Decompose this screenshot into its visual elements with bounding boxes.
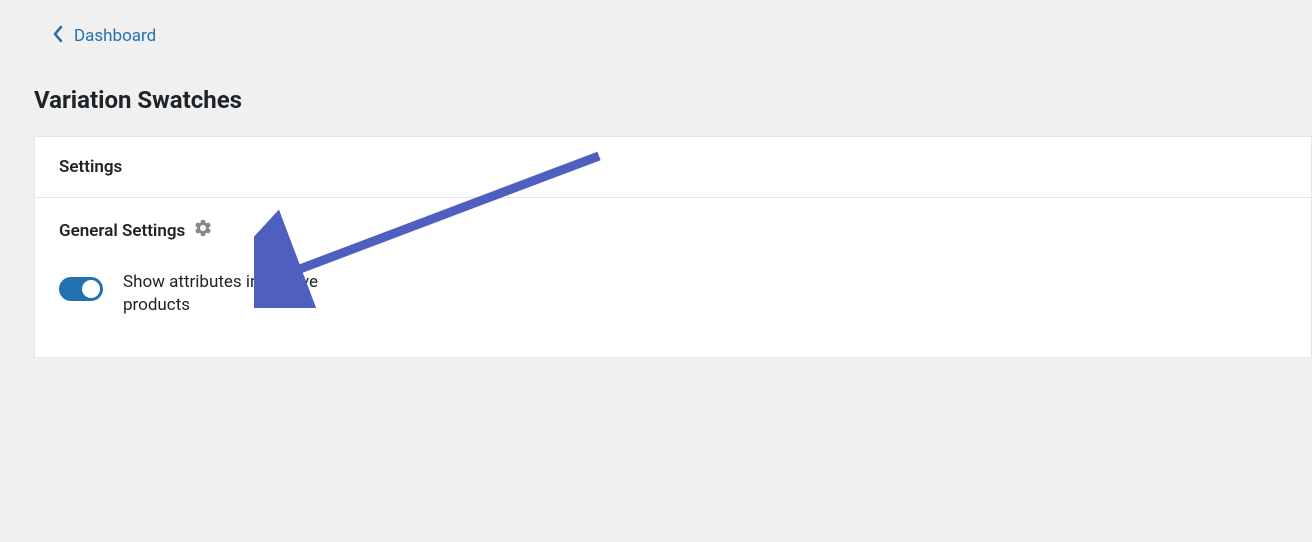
page-title: Variation Swatches: [34, 86, 1312, 114]
card-header-title: Settings: [59, 157, 1287, 177]
gear-icon: [193, 218, 213, 243]
section-title: General Settings: [59, 218, 1287, 243]
settings-card: Settings General Settings Show attribute…: [34, 136, 1312, 358]
chevron-left-icon: [52, 24, 64, 48]
section-title-text: General Settings: [59, 221, 185, 241]
setting-label-show-attributes: Show attributes in archive products: [123, 271, 343, 317]
toggle-knob: [82, 280, 100, 298]
card-body: General Settings Show attributes in arch…: [35, 198, 1311, 357]
page-container: Dashboard Variation Swatches Settings Ge…: [0, 0, 1312, 358]
breadcrumb-label[interactable]: Dashboard: [74, 26, 156, 46]
setting-row-show-attributes: Show attributes in archive products: [59, 271, 1287, 317]
card-header: Settings: [35, 137, 1311, 198]
toggle-show-attributes[interactable]: [59, 277, 103, 301]
breadcrumb[interactable]: Dashboard: [52, 24, 1312, 48]
